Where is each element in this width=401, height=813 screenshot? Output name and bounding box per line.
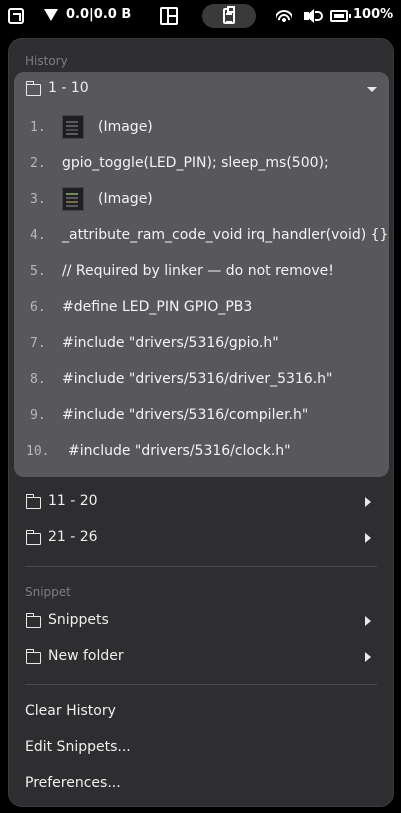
- edit-snippets-button[interactable]: Edit Snippets...: [25, 739, 131, 755]
- item-text: // Required by linker — do not remove!: [62, 263, 334, 279]
- download-icon: [44, 9, 58, 21]
- volume-icon[interactable]: [304, 9, 323, 23]
- wifi-icon[interactable]: [276, 10, 292, 22]
- folder-icon: [25, 530, 41, 545]
- item-text: (Image): [98, 191, 153, 207]
- item-text: #include "drivers/5316/gpio.h": [62, 335, 279, 351]
- group-label: 21 - 26: [48, 529, 98, 545]
- clipboard-popup: History 1 - 10 1. (Image) 2. gpio_toggle…: [8, 38, 394, 807]
- item-text: _attribute_ram_code_void irq_handler(voi…: [62, 227, 389, 243]
- history-item[interactable]: 6. #define LED_PIN GPIO_PB3: [14, 290, 389, 326]
- history-group-header-1-10[interactable]: 1 - 10: [14, 74, 389, 104]
- chevron-down-icon: [367, 87, 377, 92]
- group-label: 11 - 20: [48, 493, 98, 509]
- image-thumbnail: [62, 187, 84, 211]
- history-section-title: History: [25, 54, 68, 68]
- history-item[interactable]: 10. #include "drivers/5316/clock.h": [14, 434, 389, 470]
- grid-icon[interactable]: [160, 7, 178, 25]
- folder-icon: [25, 649, 41, 664]
- snippet-folder-snippets[interactable]: Snippets: [9, 606, 393, 636]
- history-item[interactable]: 4. _attribute_ram_code_void irq_handler(…: [14, 218, 389, 254]
- item-number: 9.: [30, 408, 46, 423]
- chevron-right-icon: [365, 533, 371, 543]
- item-text: gpio_toggle(LED_PIN); sleep_ms(500);: [62, 155, 329, 171]
- chevron-right-icon: [365, 616, 371, 626]
- item-number: 4.: [30, 228, 46, 243]
- snippet-folder-new-folder[interactable]: New folder: [9, 642, 393, 672]
- item-number: 8.: [30, 372, 46, 387]
- folder-label: New folder: [48, 648, 124, 664]
- net-speed: 0.0|0.0 B: [66, 7, 132, 22]
- history-item[interactable]: 9. #include "drivers/5316/compiler.h": [14, 398, 389, 434]
- history-item[interactable]: 3. (Image): [14, 182, 389, 218]
- folder-icon: [25, 494, 41, 509]
- history-item[interactable]: 1. (Image): [14, 110, 389, 146]
- item-number: 5.: [30, 264, 46, 279]
- folder-icon: [25, 613, 41, 628]
- item-number: 1.: [30, 120, 46, 135]
- item-text: #define LED_PIN GPIO_PB3: [62, 299, 253, 315]
- history-group-expanded: 1 - 10 1. (Image) 2. gpio_toggle(LED_PIN…: [14, 72, 389, 477]
- item-text: #include "drivers/5316/driver_5316.h": [62, 371, 333, 387]
- app-icon[interactable]: [8, 8, 24, 24]
- chevron-right-icon: [365, 652, 371, 662]
- item-number: 7.: [30, 336, 46, 351]
- battery-icon[interactable]: [330, 10, 351, 22]
- item-number: 3.: [30, 192, 46, 207]
- clipboard-icon: [223, 6, 235, 24]
- divider: [25, 684, 377, 685]
- history-group-21-26[interactable]: 21 - 26: [9, 523, 393, 553]
- history-item[interactable]: 5. // Required by linker — do not remove…: [14, 254, 389, 290]
- history-item[interactable]: 8. #include "drivers/5316/driver_5316.h": [14, 362, 389, 398]
- clipboard-button[interactable]: [202, 4, 256, 28]
- item-number: 10.: [26, 444, 50, 459]
- battery-percent: 100%: [353, 7, 394, 22]
- clear-history-button[interactable]: Clear History: [25, 703, 116, 719]
- item-number: 2.: [30, 156, 46, 171]
- chevron-right-icon: [365, 497, 371, 507]
- snippet-section-title: Snippet: [25, 585, 71, 599]
- divider: [25, 566, 377, 567]
- image-thumbnail: [62, 115, 84, 139]
- item-text: #include "drivers/5316/compiler.h": [62, 407, 309, 423]
- history-group-11-20[interactable]: 11 - 20: [9, 487, 393, 517]
- group-label: 1 - 10: [48, 80, 89, 96]
- item-number: 6.: [30, 300, 46, 315]
- folder-icon: [25, 81, 41, 96]
- preferences-button[interactable]: Preferences...: [25, 775, 121, 791]
- item-text: #include "drivers/5316/clock.h": [68, 443, 291, 459]
- history-item[interactable]: 7. #include "drivers/5316/gpio.h": [14, 326, 389, 362]
- status-bar: 0.0|0.0 B 100%: [0, 0, 401, 32]
- item-text: (Image): [98, 119, 153, 135]
- folder-label: Snippets: [48, 612, 109, 628]
- history-item[interactable]: 2. gpio_toggle(LED_PIN); sleep_ms(500);: [14, 146, 389, 182]
